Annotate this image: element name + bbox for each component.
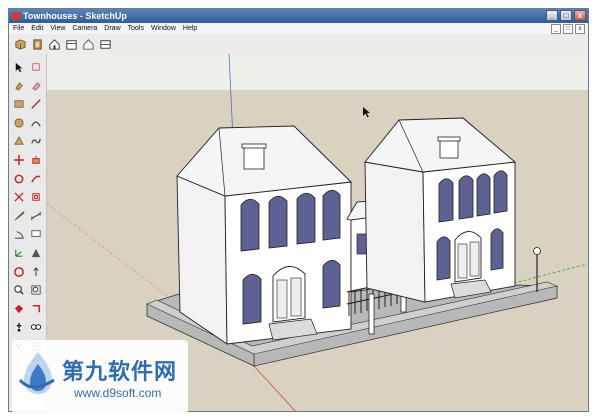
previous-view-icon[interactable] <box>29 302 43 316</box>
rectangle-icon[interactable] <box>12 97 26 111</box>
orbit-icon[interactable] <box>12 265 26 279</box>
push-pull-icon[interactable] <box>29 153 43 167</box>
section-plane-icon[interactable] <box>98 37 113 52</box>
position-camera-icon[interactable] <box>12 320 26 334</box>
close-button[interactable]: x <box>574 10 586 21</box>
watermark-url: www.d9soft.com <box>74 386 162 400</box>
line-icon[interactable] <box>29 97 43 111</box>
window-title: Townhouses - SketchUp <box>23 11 127 21</box>
watermark-logo-icon <box>18 352 55 394</box>
doc-minimize-button[interactable]: _ <box>551 24 561 34</box>
eraser-icon[interactable] <box>29 60 43 74</box>
site-watermark: 第九软件网 www.d9soft.com <box>12 340 188 414</box>
right-townhouse <box>364 117 517 303</box>
freehand-icon[interactable] <box>29 134 43 148</box>
menu-bar: File Edit View Camera Draw Tools Window … <box>9 23 588 34</box>
sketchup-app-icon <box>12 12 20 20</box>
move-icon[interactable] <box>12 153 26 167</box>
axes-icon[interactable] <box>12 246 26 260</box>
select-icon[interactable] <box>12 60 26 74</box>
protractor-icon[interactable] <box>12 227 26 241</box>
menu-camera[interactable]: Camera <box>72 23 97 34</box>
home-window-icon[interactable] <box>64 37 79 52</box>
arc-icon[interactable] <box>29 116 43 130</box>
maximize-button[interactable]: □ <box>560 10 572 21</box>
get-models-icon[interactable] <box>13 37 28 52</box>
paint-bucket-icon[interactable] <box>12 79 26 93</box>
offset-icon[interactable] <box>29 190 43 204</box>
zoom-extents-icon[interactable] <box>12 302 26 316</box>
dimension-icon[interactable] <box>29 209 43 223</box>
text-icon[interactable] <box>29 227 43 241</box>
sky <box>47 54 588 90</box>
menu-file[interactable]: File <box>13 23 24 34</box>
title-bar: Townhouses - SketchUp _ □ x <box>9 9 588 23</box>
home-icon[interactable] <box>47 37 62 52</box>
menu-help[interactable]: Help <box>183 23 197 34</box>
zoom-icon[interactable] <box>12 283 26 297</box>
menu-draw[interactable]: Draw <box>104 23 120 34</box>
tape-measure-icon[interactable] <box>12 209 26 223</box>
3d-text-icon[interactable] <box>29 246 43 260</box>
minimize-button[interactable]: _ <box>546 10 558 21</box>
pan-icon[interactable] <box>29 265 43 279</box>
watermark-title: 第九软件网 <box>62 360 178 385</box>
rotate-icon[interactable] <box>12 172 26 186</box>
eraser-pink-icon[interactable] <box>29 79 43 93</box>
top-toolbar <box>9 34 588 55</box>
document-window-controls: _ □ x <box>551 23 585 34</box>
scale-icon[interactable] <box>12 190 26 204</box>
zoom-window-icon[interactable] <box>29 283 43 297</box>
component-icon[interactable] <box>30 37 45 52</box>
follow-me-icon[interactable] <box>29 172 43 186</box>
doc-close-button[interactable]: x <box>575 24 585 34</box>
menu-tools[interactable]: Tools <box>128 23 144 34</box>
look-around-icon[interactable] <box>29 320 43 334</box>
circle-icon[interactable] <box>12 116 26 130</box>
menu-window[interactable]: Window <box>151 23 176 34</box>
menu-view[interactable]: View <box>50 23 65 34</box>
doc-restore-button[interactable]: □ <box>563 24 573 34</box>
house-icon[interactable] <box>81 37 96 52</box>
left-townhouse <box>176 125 352 345</box>
menu-edit[interactable]: Edit <box>31 23 43 34</box>
polygon-icon[interactable] <box>12 134 26 148</box>
